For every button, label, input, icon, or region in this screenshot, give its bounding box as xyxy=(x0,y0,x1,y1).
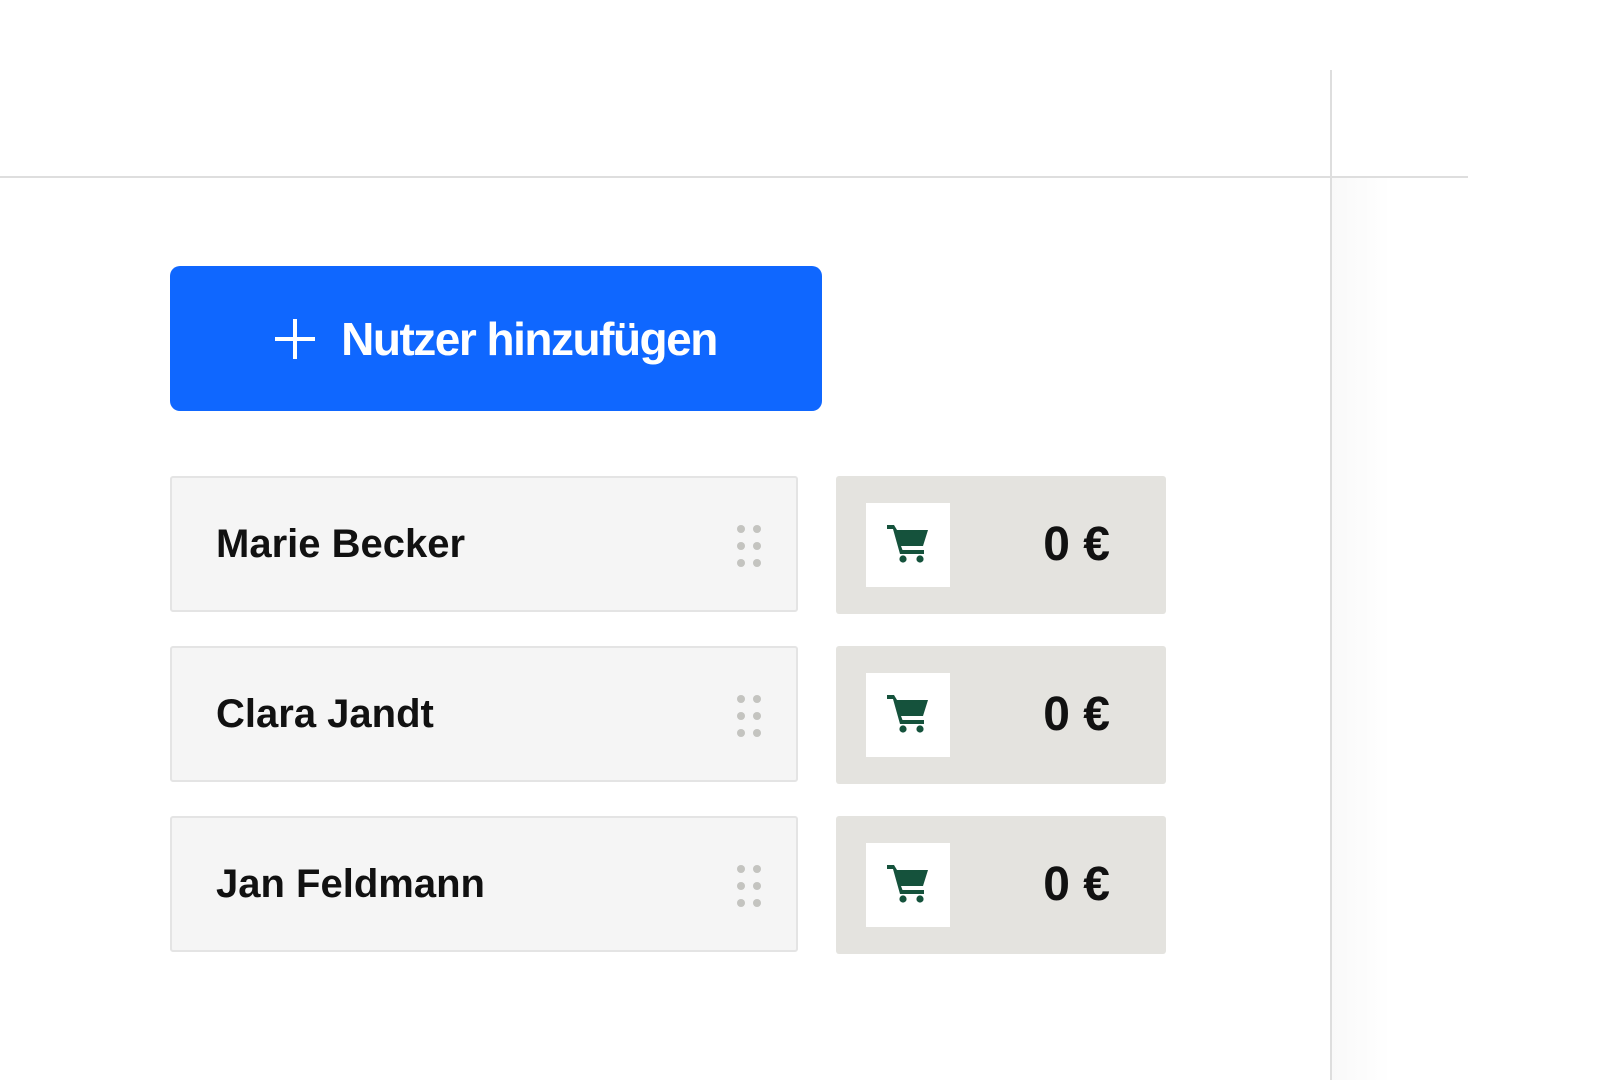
user-row: Jan Feldmann 0 € xyxy=(170,816,1170,956)
add-user-button[interactable]: Nutzer hinzufügen xyxy=(170,266,822,411)
page: Nutzer hinzufügen Marie Becker 0 € Clara… xyxy=(0,0,1620,1080)
cart-icon xyxy=(885,522,931,569)
user-row: Marie Becker 0 € xyxy=(170,476,1170,616)
user-amount: 0 € xyxy=(1043,858,1110,911)
cart-icon xyxy=(885,692,931,739)
drag-handle-icon[interactable] xyxy=(736,524,764,568)
drag-handle-icon[interactable] xyxy=(736,864,764,908)
user-name: Clara Jandt xyxy=(216,691,434,736)
user-list: Marie Becker 0 € Clara Jandt 0 € Jan Fel… xyxy=(170,476,1170,986)
user-amount-card: 0 € xyxy=(836,816,1166,954)
plus-icon xyxy=(275,318,316,359)
user-amount: 0 € xyxy=(1043,688,1110,741)
user-name-card[interactable]: Marie Becker xyxy=(170,476,798,612)
user-amount-card: 0 € xyxy=(836,476,1166,614)
cart-icon xyxy=(885,862,931,909)
cart-button[interactable] xyxy=(866,843,950,927)
user-row: Clara Jandt 0 € xyxy=(170,646,1170,786)
user-name-card[interactable]: Clara Jandt xyxy=(170,646,798,782)
add-user-label: Nutzer hinzufügen xyxy=(341,312,718,365)
user-amount: 0 € xyxy=(1043,518,1110,571)
drag-handle-icon[interactable] xyxy=(736,694,764,738)
user-name-card[interactable]: Jan Feldmann xyxy=(170,816,798,952)
user-name: Jan Feldmann xyxy=(216,861,485,906)
cart-button[interactable] xyxy=(866,503,950,587)
user-amount-card: 0 € xyxy=(836,646,1166,784)
cart-button[interactable] xyxy=(866,673,950,757)
header-divider xyxy=(0,176,1468,178)
panel-shadow xyxy=(1332,178,1392,1080)
user-name: Marie Becker xyxy=(216,521,466,566)
